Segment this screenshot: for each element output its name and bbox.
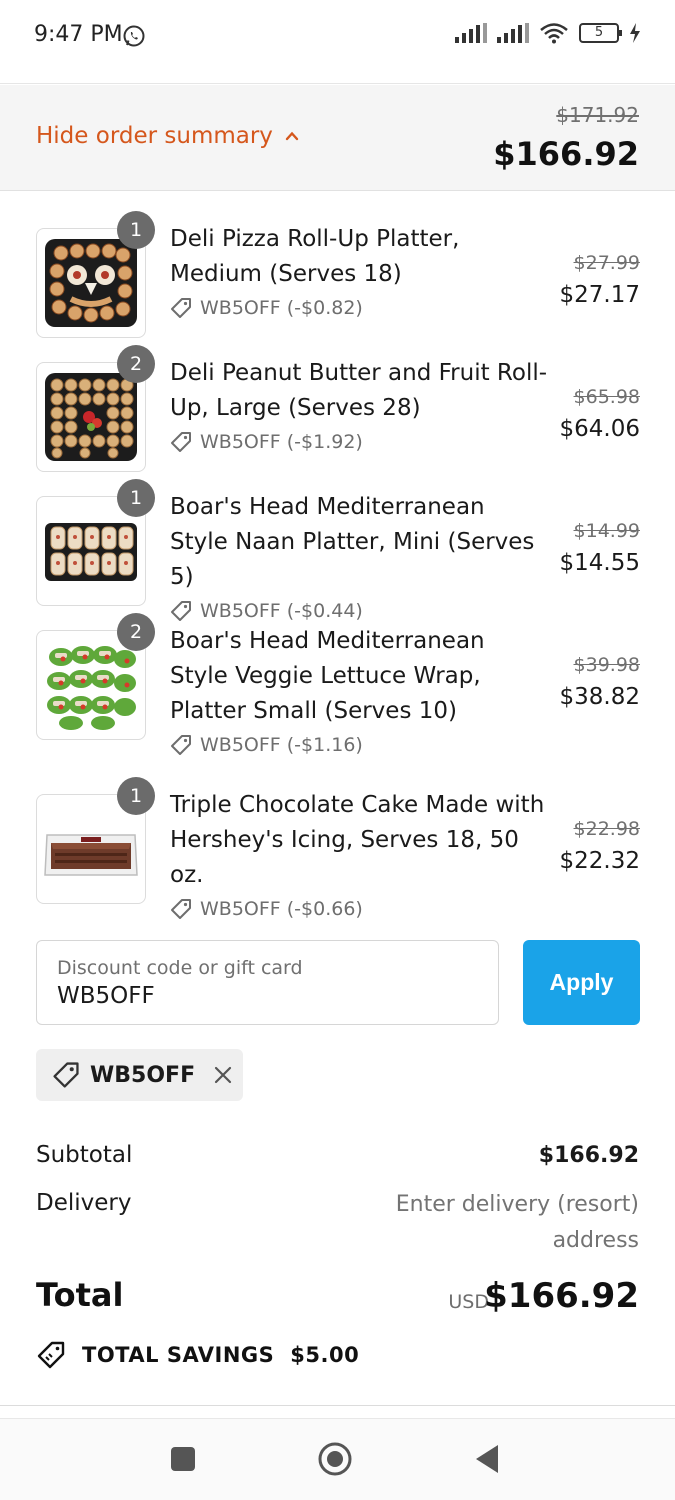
price: $38.82 (559, 684, 640, 710)
product-info: Deli Peanut Butter and Fruit Roll-Up, La… (170, 356, 548, 458)
header-total: $166.92 (493, 135, 639, 173)
divider (0, 1405, 675, 1406)
product-info: Deli Pizza Roll-Up Platter, Medium (Serv… (170, 222, 548, 324)
chocolate-cake-image (44, 834, 138, 876)
status-icons: 5 (455, 22, 641, 44)
price: $22.32 (559, 848, 640, 874)
signal-icon (455, 23, 487, 43)
battery-icon: 5 (579, 23, 622, 43)
savings-tag-icon (37, 1341, 65, 1369)
naan-platter-image (45, 523, 137, 581)
discount-line: WB5OFF (-$0.66) (170, 893, 548, 925)
product-name: Triple Chocolate Cake Made with Hershey'… (170, 792, 545, 888)
status-bar: 9:47 PM 5 (0, 0, 675, 84)
product-thumbnail: 1 (36, 211, 155, 338)
tag-icon (171, 899, 191, 919)
savings-label: TOTAL SAVINGS (82, 1343, 275, 1367)
discount-line: WB5OFF (-$1.16) (170, 729, 548, 761)
back-icon[interactable] (470, 1441, 506, 1477)
product-info: Boar's Head Mediterranean Style Veggie L… (170, 624, 548, 761)
delivery-label: Delivery (36, 1190, 132, 1216)
system-nav-bar (0, 1418, 675, 1500)
discount-text: WB5OFF (-$0.66) (200, 898, 363, 920)
original-price: $27.99 (573, 252, 640, 274)
discount-text: WB5OFF (-$1.92) (200, 431, 363, 453)
delivery-value: Enter delivery (resort) address (395, 1192, 639, 1253)
discount-code-field[interactable]: Discount code or gift card WB5OFF (36, 940, 499, 1025)
tag-icon (53, 1062, 79, 1088)
product-thumbnail: 2 (36, 345, 155, 472)
quantity-badge: 2 (117, 613, 155, 651)
product-thumbnail: 1 (36, 479, 155, 606)
line-item: 1 Boar's Head Mediterranean Style Naan P… (36, 479, 640, 622)
line-item: 2 Boar's Head Mediterranean Style Veggie… (36, 613, 640, 770)
product-name: Boar's Head Mediterranean Style Veggie L… (170, 628, 485, 724)
savings-value: $5.00 (290, 1343, 360, 1367)
product-name: Deli Pizza Roll-Up Platter, Medium (Serv… (170, 226, 460, 287)
signal-icon (497, 23, 529, 43)
wifi-icon (540, 23, 568, 44)
original-price: $22.98 (573, 818, 640, 840)
subtotal-value: $166.92 (538, 1143, 639, 1168)
charging-icon (630, 23, 640, 43)
order-summary-header: Hide order summary $171.92 $166.92 (0, 85, 675, 191)
tag-icon (171, 601, 191, 621)
original-price: $39.98 (573, 654, 640, 676)
product-info: Boar's Head Mediterranean Style Naan Pla… (170, 490, 548, 627)
home-icon[interactable] (317, 1441, 353, 1477)
tag-icon (171, 735, 191, 755)
price: $64.06 (559, 416, 640, 442)
line-item: 2 Deli Peanut Butter and Fruit Roll-Up, … (36, 345, 640, 474)
total-label: Total (36, 1276, 124, 1314)
quantity-badge: 1 (117, 211, 155, 249)
toggle-label: Hide order summary (36, 123, 273, 149)
total-value: $166.92 (484, 1276, 639, 1316)
hide-order-summary-toggle[interactable]: Hide order summary (36, 123, 299, 149)
peanut-butter-rollup-platter-image (45, 373, 137, 461)
quantity-badge: 2 (117, 345, 155, 383)
status-time: 9:47 PM (34, 22, 123, 47)
tag-icon (171, 298, 191, 318)
discount-line: WB5OFF (-$1.92) (170, 426, 548, 458)
total-savings: TOTAL SAVINGS $5.00 (36, 1340, 359, 1370)
recent-apps-icon[interactable] (165, 1441, 201, 1477)
discount-text: WB5OFF (-$0.82) (200, 297, 363, 319)
lettuce-wrap-platter-image (47, 646, 136, 730)
price: $27.17 (559, 282, 640, 308)
apply-button[interactable]: Apply (523, 940, 640, 1025)
product-thumbnail: 1 (36, 777, 155, 904)
subtotal-label: Subtotal (36, 1142, 133, 1168)
discount-line: WB5OFF (-$0.82) (170, 292, 548, 324)
original-price: $65.98 (573, 386, 640, 408)
product-thumbnail: 2 (36, 613, 155, 740)
tag-icon (171, 432, 191, 452)
price: $14.55 (559, 550, 640, 576)
total-currency: USD (448, 1291, 489, 1313)
quantity-badge: 1 (117, 479, 155, 517)
discount-field-value[interactable]: WB5OFF (57, 983, 155, 1009)
quantity-badge: 1 (117, 777, 155, 815)
discount-text: WB5OFF (-$1.16) (200, 734, 363, 756)
product-info: Triple Chocolate Cake Made with Hershey'… (170, 788, 548, 925)
header-original-total: $171.92 (556, 103, 639, 127)
product-name: Boar's Head Mediterranean Style Naan Pla… (170, 494, 535, 590)
line-item: 1 Deli Pizza Roll-Up Platter, Medium (Se… (36, 211, 640, 340)
whatsapp-icon (123, 25, 145, 47)
applied-discount-chip: WB5OFF (36, 1049, 243, 1101)
discount-field-label: Discount code or gift card (57, 957, 303, 979)
chevron-up-icon (285, 131, 299, 141)
line-item: 1 Triple Chocolate Cake Made with Hershe… (36, 777, 640, 920)
applied-code-label: WB5OFF (90, 1062, 196, 1088)
original-price: $14.99 (573, 520, 640, 542)
product-name: Deli Peanut Butter and Fruit Roll-Up, La… (170, 360, 548, 421)
pizza-rollup-platter-image (45, 239, 137, 327)
remove-code-icon[interactable] (213, 1065, 233, 1085)
